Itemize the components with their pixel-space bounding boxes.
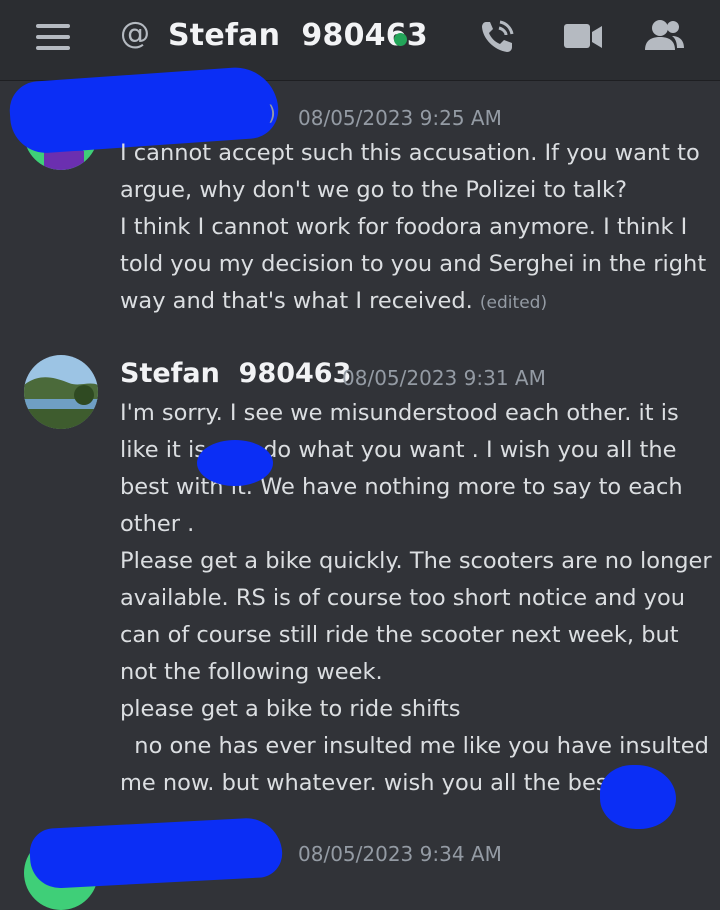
message-timestamp: 08/05/2023 9:34 AM	[298, 842, 502, 866]
hamburger-menu-icon[interactable]	[36, 24, 72, 50]
redaction-mark	[28, 816, 284, 890]
edited-label: (edited)	[479, 293, 548, 313]
online-status-dot	[394, 33, 407, 46]
message-line: I cannot accept such this accusation. If…	[120, 140, 700, 166]
message-line: other .	[120, 511, 195, 537]
voice-call-icon[interactable]	[478, 16, 518, 60]
message-author[interactable]: Stefan 980463	[120, 358, 351, 389]
message-line: argue, why don't we go to the Polizei to…	[120, 177, 628, 203]
redaction-mark	[600, 765, 676, 829]
message-line: can of course still ride the scooter nex…	[120, 622, 679, 648]
message-line: Please get a bike quickly. The scooters …	[120, 548, 712, 574]
at-icon: @	[120, 16, 150, 51]
message-line: I think I cannot work for foodora anymor…	[120, 214, 688, 240]
name-fragment: )	[268, 101, 276, 125]
message-line: told you my decision to you and Serghei …	[120, 251, 707, 277]
message-line: available. RS is of course too short not…	[120, 585, 686, 611]
video-call-icon[interactable]	[562, 20, 604, 58]
channel-header: @ Stefan 980463	[0, 0, 720, 81]
message-timestamp: 08/05/2023 9:25 AM	[298, 106, 502, 130]
avatar[interactable]	[24, 355, 98, 429]
message-line: no one has ever insulted me like you hav…	[120, 733, 709, 759]
message-content: I cannot accept such this accusation. If…	[120, 135, 710, 322]
message-line: I'm sorry. I see we misunderstood each o…	[120, 400, 679, 426]
message-line: not the following week.	[120, 659, 383, 685]
members-icon[interactable]	[642, 18, 686, 58]
redaction-mark	[197, 440, 273, 486]
message-timestamp: 08/05/2023 9:31 AM	[342, 366, 546, 390]
message-line: please get a bike to ride shifts	[120, 696, 461, 722]
dm-title: Stefan 980463	[168, 18, 428, 53]
message-line: way and that's what I received.	[120, 288, 473, 314]
